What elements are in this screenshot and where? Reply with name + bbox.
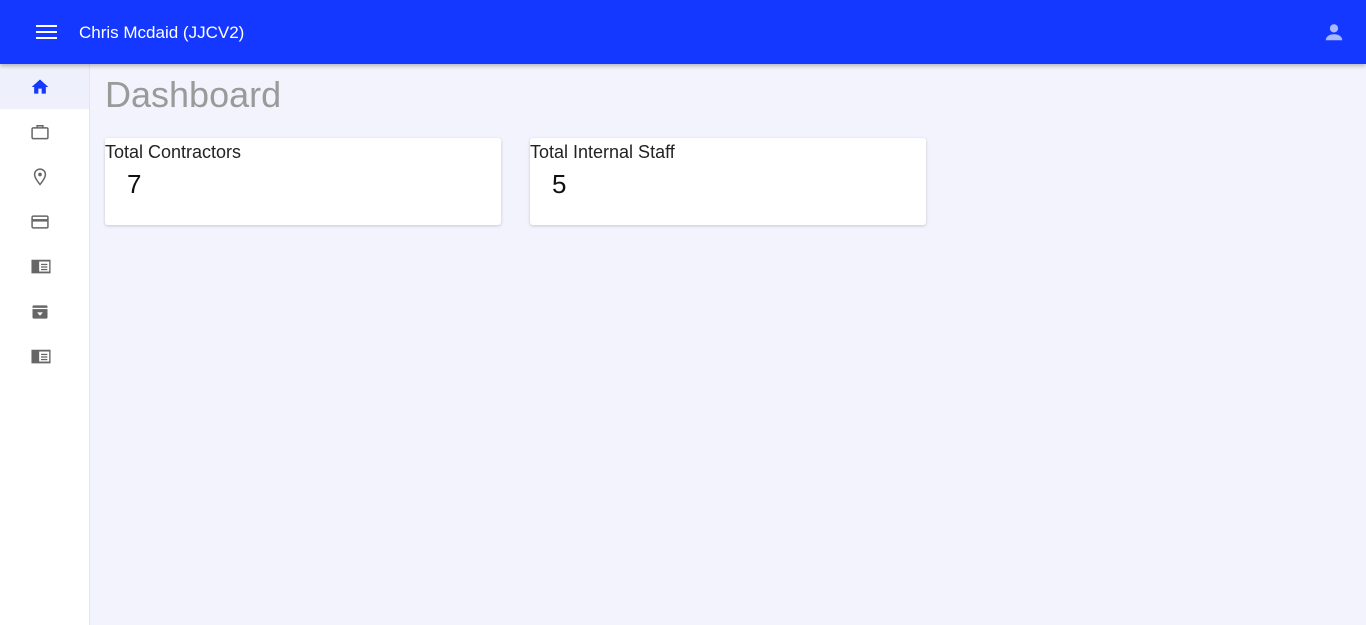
stat-card-value: 7 bbox=[127, 169, 142, 199]
account-icon bbox=[1325, 24, 1343, 41]
list-card-icon bbox=[31, 349, 51, 363]
page-title: Dashboard bbox=[105, 74, 282, 115]
stat-card-label: Total Contractors bbox=[105, 142, 242, 162]
home-icon bbox=[31, 79, 49, 94]
main-content: Dashboard Total Contractors 7 Total Inte… bbox=[90, 64, 1366, 625]
sidebar-item-list-2[interactable] bbox=[0, 334, 89, 379]
stat-card-contractors: Total Contractors 7 bbox=[105, 138, 501, 225]
stat-card-value: 5 bbox=[552, 169, 567, 199]
account-button[interactable] bbox=[1318, 16, 1350, 48]
sidebar-item-list-1[interactable] bbox=[0, 244, 89, 289]
sidebar-item-location[interactable] bbox=[0, 154, 89, 199]
location-pin-icon bbox=[33, 167, 47, 186]
sidebar bbox=[0, 64, 90, 625]
stat-card-internal-staff: Total Internal Staff 5 bbox=[530, 138, 926, 225]
credit-card-icon bbox=[31, 214, 49, 229]
sidebar-item-home[interactable] bbox=[0, 64, 89, 109]
app-title: Chris Mcdaid (JJCV2) bbox=[79, 23, 245, 42]
briefcase-icon bbox=[31, 124, 49, 139]
list-card-icon bbox=[31, 259, 51, 273]
sidebar-item-briefcase[interactable] bbox=[0, 109, 89, 154]
stat-card-label: Total Internal Staff bbox=[530, 142, 675, 162]
sidebar-item-archive[interactable] bbox=[0, 289, 89, 334]
archive-icon bbox=[32, 304, 48, 319]
app-bar: Chris Mcdaid (JJCV2) bbox=[0, 0, 1366, 64]
sidebar-item-payments[interactable] bbox=[0, 199, 89, 244]
menu-button[interactable] bbox=[29, 16, 65, 48]
menu-icon bbox=[36, 25, 57, 39]
